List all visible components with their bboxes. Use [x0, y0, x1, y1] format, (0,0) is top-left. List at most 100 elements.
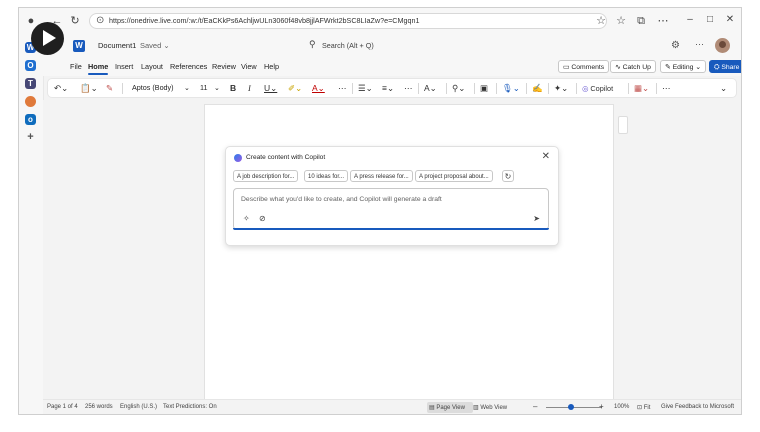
highlight-icon[interactable]: ✐⌄ [288, 83, 302, 94]
outlook-app-icon[interactable]: O [25, 60, 36, 71]
ribbon-divider [576, 83, 577, 94]
align-icon[interactable]: ≡⌄ [382, 83, 394, 94]
teams-app-icon[interactable]: T [25, 78, 36, 89]
refresh-suggestions-icon[interactable]: ↻ [502, 170, 514, 182]
menu-tabs: File Home Insert Layout References Revie… [43, 58, 741, 76]
suggestion-chip[interactable]: 10 ideas for... [304, 170, 349, 182]
font-name-select[interactable]: Aptos (Body) ⌄ [128, 82, 192, 94]
games-app-icon[interactable] [25, 96, 36, 107]
font-size-select[interactable]: 11 ⌄ [196, 82, 222, 94]
document-title[interactable]: Document1 [98, 41, 136, 50]
zoom-in-icon[interactable]: + [599, 402, 604, 411]
more-ribbon-icon[interactable]: ⋯ [662, 83, 671, 94]
favorites-icon[interactable]: ☆ [615, 15, 627, 27]
app-window: ● ← ↻ ⊙ https://onedrive.live.com/:w:/t/… [18, 7, 742, 415]
language[interactable]: English (U.S.) [120, 404, 157, 410]
tab-help[interactable]: Help [264, 62, 279, 71]
outlook-calendar-icon[interactable]: o [25, 114, 36, 125]
font-color-icon[interactable]: A⌄ [312, 83, 325, 94]
maximize-icon[interactable]: □ [703, 14, 717, 25]
more-icon[interactable]: ⋯ [657, 15, 669, 27]
tab-layout[interactable]: Layout [141, 62, 163, 71]
zoom-slider[interactable] [546, 407, 602, 408]
favorite-star-icon[interactable]: ☆ [595, 15, 607, 27]
suggestion-chip[interactable]: A job description for... [233, 170, 299, 182]
comments-button[interactable]: ▭ Comments [558, 60, 610, 73]
attach-icon[interactable]: ⊘ [259, 214, 266, 223]
add-app-icon[interactable]: + [25, 132, 36, 143]
more-options-icon[interactable]: ⋯ [695, 39, 704, 50]
suggestion-chip[interactable]: A project proposal about... [415, 170, 493, 182]
table-icon[interactable]: ▦⌄ [634, 83, 649, 94]
send-icon[interactable]: ➤ [533, 214, 540, 223]
collections-icon[interactable]: ⧉ [635, 15, 647, 27]
address-bar[interactable]: ⊙ https://onedrive.live.com/:w:/t/EaCKkP… [89, 13, 607, 29]
undo-icon[interactable]: ↶⌄ [54, 83, 68, 94]
minimize-icon[interactable]: – [683, 14, 697, 25]
ribbon-divider [628, 83, 629, 94]
ribbon-divider [122, 83, 123, 94]
browser-sidebar: W O T o + [19, 34, 44, 414]
zoom-level[interactable]: 100% [614, 404, 629, 410]
editing-button[interactable]: ✎ Editing ⌄ [660, 60, 706, 73]
zoom-slider-handle[interactable] [568, 404, 574, 410]
tab-review[interactable]: Review [212, 62, 236, 71]
search-icon: ⚲ [309, 39, 316, 49]
ribbon-divider [548, 83, 549, 94]
sensitivity-icon[interactable]: ▣ [480, 83, 488, 94]
word-count[interactable]: 256 words [85, 404, 113, 410]
format-painter-icon[interactable]: ✎ [106, 83, 113, 94]
catchup-button[interactable]: ∿ Catch Up [610, 60, 656, 73]
editor-icon[interactable]: ✍ [532, 83, 543, 94]
tab-insert[interactable]: Insert [115, 62, 133, 71]
text-predictions[interactable]: Text Predictions: On [163, 404, 217, 410]
zoom-out-icon[interactable]: – [533, 402, 537, 411]
lock-icon: ⊙ [96, 15, 105, 26]
tab-references[interactable]: References [170, 62, 207, 71]
ribbon-toolbar: ↶⌄ 📋⌄ ✎ Aptos (Body) ⌄ 11 ⌄ B I U⌄ ✐⌄ A⌄ ⋯… [47, 78, 737, 98]
ribbon-divider [474, 83, 475, 94]
copilot-button[interactable]: ◎ Copilot [582, 84, 613, 93]
page-side-button[interactable] [618, 116, 628, 134]
search-box[interactable]: ⚲ Search (Alt + Q) [306, 39, 542, 53]
play-button[interactable] [31, 22, 64, 55]
designer-icon[interactable]: ✦⌄ [554, 83, 568, 94]
paste-icon[interactable]: 📋⌄ [80, 83, 98, 94]
avatar[interactable] [715, 38, 730, 53]
find-icon[interactable]: ⚲⌄ [452, 83, 465, 94]
tab-file[interactable]: File [70, 62, 82, 71]
ribbon-divider [418, 83, 419, 94]
expand-ribbon-icon[interactable]: ⌄ [720, 83, 727, 94]
styles-icon[interactable]: A⌄ [424, 83, 437, 94]
tab-home[interactable]: Home [88, 62, 109, 75]
refresh-icon[interactable]: ↻ [69, 15, 81, 27]
document-canvas [43, 100, 741, 404]
url-text: https://onedrive.live.com/:w:/t/EaCKkPs6… [109, 16, 420, 25]
web-view-button[interactable]: ▥ Web View [473, 404, 507, 411]
profile-icon[interactable]: ● [25, 15, 37, 27]
more-paragraph-icon[interactable]: ⋯ [404, 83, 413, 94]
page-view-button[interactable]: ▤ Page View [429, 404, 465, 411]
suggestion-chip[interactable]: A press release for... [350, 170, 413, 182]
more-font-options-icon[interactable]: ⋯ [338, 83, 347, 94]
sparkle-icon[interactable]: ✧ [243, 214, 250, 223]
page-count[interactable]: Page 1 of 4 [47, 404, 78, 410]
underline-icon[interactable]: U⌄ [264, 83, 277, 94]
prompt-input[interactable]: Describe what you'd like to create, and … [233, 188, 549, 230]
dictate-icon[interactable]: 🎙⌄ [502, 83, 520, 94]
bullets-icon[interactable]: ☰⌄ [358, 83, 373, 94]
copilot-icon: ◎ [582, 84, 589, 93]
close-icon[interactable]: ✕ [542, 151, 550, 162]
ribbon-divider [446, 83, 447, 94]
feedback-link[interactable]: Give Feedback to Microsoft [661, 404, 734, 410]
browser-toolbar: ● ← ↻ ⊙ https://onedrive.live.com/:w:/t/… [19, 8, 741, 35]
copilot-dialog: Create content with Copilot ✕ A job desc… [225, 146, 559, 246]
fit-button[interactable]: ⊡ Fit [637, 404, 650, 411]
share-button[interactable]: ⛭ Share ⌄ [709, 60, 741, 73]
italic-icon[interactable]: I [248, 83, 251, 93]
settings-icon[interactable]: ⚙ [671, 40, 680, 51]
tab-view[interactable]: View [241, 62, 257, 71]
saved-status[interactable]: Saved ⌄ [140, 41, 170, 50]
close-window-icon[interactable]: ✕ [723, 14, 737, 25]
bold-icon[interactable]: B [230, 83, 236, 93]
